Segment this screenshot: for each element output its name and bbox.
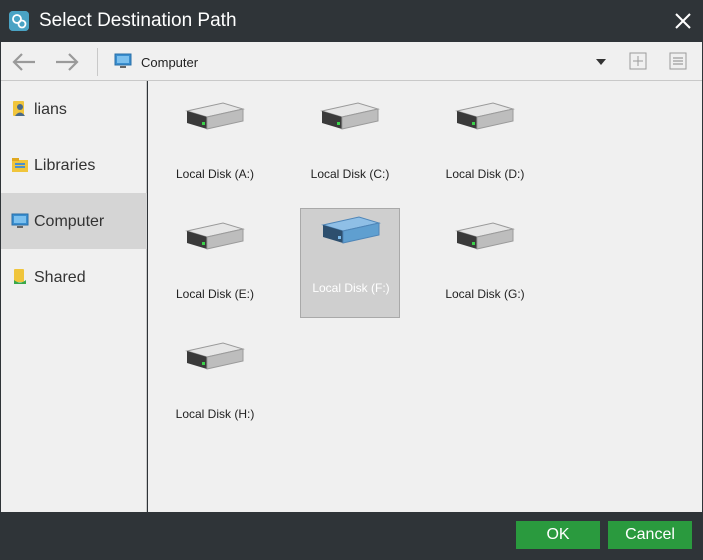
disk-label: Local Disk (H:) [175, 407, 255, 421]
disk-label: Local Disk (D:) [445, 167, 525, 181]
disk-item-h[interactable]: Local Disk (H:) [165, 329, 265, 439]
disk-item-c[interactable]: Local Disk (C:) [300, 89, 400, 199]
disk-item-a[interactable]: Local Disk (A:) [165, 89, 265, 199]
back-arrow-icon[interactable] [11, 51, 37, 73]
sidebar-item-computer[interactable]: Computer [1, 193, 147, 249]
sidebar-item-label: Shared [34, 269, 86, 286]
close-icon[interactable] [671, 9, 695, 33]
sidebar-item-libraries[interactable]: Libraries [1, 137, 147, 193]
sidebar-item-shared[interactable]: Shared [1, 249, 147, 305]
path-selector[interactable]: Computer [111, 50, 621, 74]
disk-label: Local Disk (A:) [175, 167, 255, 181]
cancel-button[interactable]: Cancel [608, 521, 692, 549]
sidebar-item-label: lians [34, 101, 67, 118]
toolbar-divider [97, 48, 98, 76]
user-icon [11, 100, 29, 118]
ok-button[interactable]: OK [516, 521, 600, 549]
dropdown-arrow-icon[interactable] [595, 55, 607, 67]
disk-item-d[interactable]: Local Disk (D:) [435, 89, 535, 199]
path-label: Computer [141, 55, 199, 70]
sidebar-item-label: Computer [34, 213, 105, 230]
hard-drive-icon [183, 97, 247, 137]
new-folder-icon[interactable] [629, 52, 647, 70]
disk-label: Local Disk (F:) [312, 281, 390, 295]
hard-drive-icon [453, 217, 517, 257]
libraries-icon [11, 156, 29, 174]
disk-label: Local Disk (E:) [175, 287, 255, 301]
list-view-icon[interactable] [669, 52, 687, 70]
dialog-footer: OK Cancel [0, 512, 703, 560]
select-destination-dialog: Select Destination Path Computer lians L… [0, 0, 703, 560]
title-bar: Select Destination Path [0, 0, 703, 42]
disk-grid: Local Disk (A:) Local Disk (C:) Local Di… [148, 81, 702, 512]
sidebar-item-lians[interactable]: lians [1, 81, 147, 137]
sidebar-item-label: Libraries [34, 157, 96, 174]
sidebar: lians Libraries Computer Shared [1, 81, 147, 512]
hard-drive-icon [453, 97, 517, 137]
disk-label: Local Disk (G:) [445, 287, 525, 301]
toolbar: Computer [1, 42, 702, 81]
disk-item-g[interactable]: Local Disk (G:) [435, 209, 535, 319]
shared-icon [11, 268, 29, 286]
hard-drive-icon [183, 217, 247, 257]
disk-label: Local Disk (C:) [310, 167, 390, 181]
app-logo-icon [9, 11, 29, 31]
computer-icon [11, 212, 29, 230]
dialog-title: Select Destination Path [39, 10, 237, 31]
disk-item-f[interactable]: Local Disk (F:) [300, 208, 400, 318]
hard-drive-icon [319, 211, 383, 251]
forward-arrow-icon[interactable] [54, 51, 80, 73]
hard-drive-icon [318, 97, 382, 137]
hard-drive-icon [183, 337, 247, 377]
computer-icon [114, 53, 132, 69]
disk-item-e[interactable]: Local Disk (E:) [165, 209, 265, 319]
